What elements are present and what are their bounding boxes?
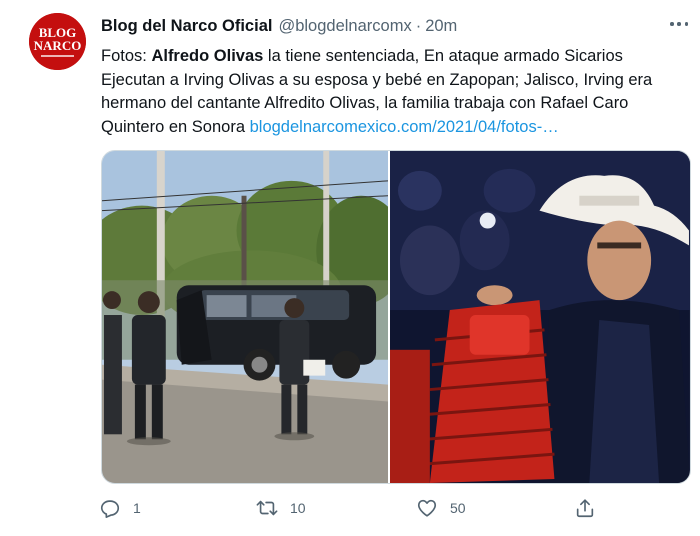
tweet-text: Fotos: Alfredo Olivas la tiene sentencia… <box>101 45 681 139</box>
author-name[interactable]: Blog del Narco Oficial <box>101 16 272 36</box>
tweet-text-prefix: Fotos: <box>101 47 152 65</box>
more-icon[interactable] <box>670 18 688 30</box>
retweet-count: 10 <box>290 500 306 516</box>
header-separator: · <box>415 17 422 35</box>
avatar-logo: BLOG NARCO <box>29 13 86 70</box>
like-count: 50 <box>450 500 466 516</box>
tweet-text-bold: Alfredo Olivas <box>151 47 264 65</box>
retweet-button[interactable]: 10 <box>256 497 306 519</box>
share-icon <box>576 499 594 518</box>
retweet-icon <box>256 500 278 516</box>
tweet[interactable]: BLOG NARCO Blog del Narco Oficial @blogd… <box>0 0 700 536</box>
share-button[interactable] <box>574 497 596 519</box>
tweet-media <box>101 150 691 484</box>
tweet-actions: 1 10 50 <box>0 497 700 523</box>
tweet-time[interactable]: 20m <box>425 16 457 36</box>
photo-crime-scene[interactable] <box>102 151 389 483</box>
avatar-text-bottom: NARCO <box>34 38 82 53</box>
avatar[interactable]: BLOG NARCO <box>29 13 86 70</box>
reply-icon <box>100 500 120 518</box>
tweet-link[interactable]: blogdelnarcomexico.com/2021/04/fotos-… <box>250 118 559 136</box>
reply-button[interactable]: 1 <box>99 497 141 519</box>
reply-count: 1 <box>133 500 141 516</box>
like-icon <box>417 499 437 517</box>
photo-singer-accordion[interactable] <box>390 151 690 483</box>
tweet-header: Blog del Narco Oficial @blogdelnarcomx ·… <box>101 16 457 36</box>
author-handle[interactable]: @blogdelnarcomx <box>278 16 411 36</box>
like-button[interactable]: 50 <box>416 497 466 519</box>
